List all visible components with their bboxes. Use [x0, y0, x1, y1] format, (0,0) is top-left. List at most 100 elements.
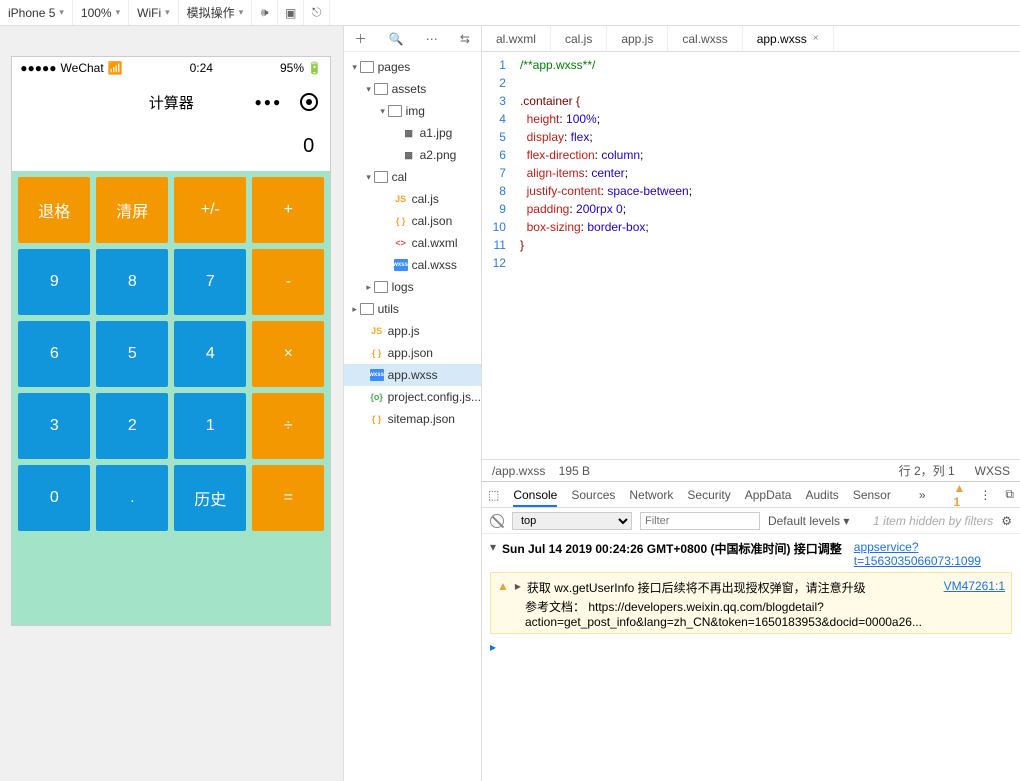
json-icon: { } — [370, 413, 384, 425]
key-退格[interactable]: 退格 — [18, 177, 90, 243]
tree-file-sitemap[interactable]: { }sitemap.json — [344, 408, 481, 430]
simulator-panel: ●●●●●WeChat📶 0:24 95% 🔋 计算器 ●●● 0 退格清屏+/… — [0, 26, 343, 781]
key-6[interactable]: 6 — [18, 321, 90, 387]
tab-al.wxml[interactable]: al.wxml — [482, 26, 551, 51]
expand-icon[interactable]: ▾ — [490, 540, 496, 568]
layout-icon[interactable]: ▣ — [278, 0, 304, 25]
tab-cal.js[interactable]: cal.js — [551, 26, 607, 51]
key-1[interactable]: 1 — [174, 393, 246, 459]
inspect-icon[interactable]: ⬚ — [488, 488, 499, 502]
gear-icon[interactable]: ⚙ — [1001, 514, 1012, 528]
devtab-security[interactable]: Security — [687, 488, 730, 502]
devtab-sensor[interactable]: Sensor — [853, 488, 891, 502]
warning-doc-link[interactable]: https://developers.weixin.qq.com/blogdet… — [525, 600, 922, 629]
time-label: 0:24 — [190, 61, 213, 75]
tree-file-appjson[interactable]: { }app.json — [344, 342, 481, 364]
log-source-link[interactable]: appservice?t=1563035066073:1099 — [854, 540, 1012, 568]
filter-input[interactable] — [640, 512, 760, 530]
key-.[interactable]: . — [96, 465, 168, 531]
code-editor[interactable]: 123456789101112 /**app.wxss**/ .containe… — [482, 52, 1020, 459]
wxss-icon: wxss — [394, 259, 408, 271]
signal-dots: ●●●●● — [20, 61, 56, 75]
key-0[interactable]: 0 — [18, 465, 90, 531]
tree-folder-utils[interactable]: ▸utils — [344, 298, 481, 320]
devtab-appdata[interactable]: AppData — [745, 488, 792, 502]
key-+[interactable]: + — [252, 177, 324, 243]
tree-file-appjs[interactable]: JSapp.js — [344, 320, 481, 342]
cursor-pos: 行 2，列 1 — [899, 464, 955, 478]
key-5[interactable]: 5 — [96, 321, 168, 387]
wxml-icon: <> — [394, 237, 408, 249]
key-=[interactable]: = — [252, 465, 324, 531]
warning-badge[interactable]: ▲ 1 — [954, 481, 966, 509]
close-tab-icon[interactable]: × — [813, 33, 819, 44]
json-icon: {o} — [370, 391, 384, 403]
vm-link[interactable]: VM47261:1 — [944, 579, 1005, 596]
calc-display: 0 — [12, 125, 330, 171]
tree-file-calwxss[interactable]: wxsscal.wxss — [344, 254, 481, 276]
key-清屏[interactable]: 清屏 — [96, 177, 168, 243]
tree-folder-cal[interactable]: ▾cal — [344, 166, 481, 188]
key-+/-[interactable]: +/- — [174, 177, 246, 243]
top-toolbar: iPhone 5▾ 100%▾ WiFi▾ 模拟操作▾ 🕪 ▣ ⎋ — [0, 0, 1020, 26]
tree-file-appwxss[interactable]: wxssapp.wxss — [344, 364, 481, 386]
code-content[interactable]: /**app.wxss**/ .container { height: 100%… — [514, 52, 1020, 459]
level-select[interactable]: Default levels ▾ — [768, 514, 849, 528]
tree-file-calwxml[interactable]: <>cal.wxml — [344, 232, 481, 254]
folder-icon — [374, 83, 388, 95]
key--[interactable]: - — [252, 249, 324, 315]
context-select[interactable]: top — [512, 512, 632, 530]
devtab-network[interactable]: Network — [629, 488, 673, 502]
target-icon[interactable] — [300, 93, 318, 111]
tree-file-project[interactable]: {o}project.config.js... — [344, 386, 481, 408]
cut-icon[interactable]: ⎋ — [304, 0, 330, 25]
menu-dots-icon[interactable]: ●●● — [255, 95, 283, 109]
tree-folder-img[interactable]: ▾img — [344, 100, 481, 122]
folder-icon — [374, 171, 388, 183]
expand-icon[interactable]: ▸ — [515, 579, 521, 596]
tab-cal.wxss[interactable]: cal.wxss — [668, 26, 742, 51]
key-3[interactable]: 3 — [18, 393, 90, 459]
mute-icon[interactable]: 🕪 — [252, 0, 278, 25]
file-path: /app.wxss — [492, 464, 545, 478]
search-icon[interactable]: 🔍 — [389, 32, 404, 46]
image-icon: ▩ — [402, 127, 416, 139]
tab-app.js[interactable]: app.js — [607, 26, 668, 51]
key-4[interactable]: 4 — [174, 321, 246, 387]
json-icon: { } — [394, 215, 408, 227]
clear-console-icon[interactable] — [490, 514, 504, 528]
device-select[interactable]: iPhone 5▾ — [0, 0, 73, 25]
tab-app.wxss[interactable]: app.wxss× — [743, 26, 834, 51]
log-timestamp: Sun Jul 14 2019 00:24:26 GMT+0800 (中国标准时… — [502, 540, 842, 568]
more-icon[interactable]: ⋯ — [426, 32, 438, 46]
network-select[interactable]: WiFi▾ — [129, 0, 179, 25]
devtab-sources[interactable]: Sources — [571, 488, 615, 502]
key-8[interactable]: 8 — [96, 249, 168, 315]
split-icon[interactable]: ⇆ — [460, 32, 470, 46]
tree-file-caljs[interactable]: JScal.js — [344, 188, 481, 210]
more-tabs-icon[interactable]: » — [919, 488, 926, 502]
tree-folder-assets[interactable]: ▾assets — [344, 78, 481, 100]
add-file-icon[interactable]: ＋ — [355, 30, 367, 47]
key-÷[interactable]: ÷ — [252, 393, 324, 459]
devtab-console[interactable]: Console — [513, 488, 557, 507]
tree-folder-pages[interactable]: ▾pages — [344, 56, 481, 78]
dock-icon[interactable]: ⧉ — [1005, 487, 1014, 502]
tree-file-caljson[interactable]: { }cal.json — [344, 210, 481, 232]
key-7[interactable]: 7 — [174, 249, 246, 315]
devtab-audits[interactable]: Audits — [805, 488, 838, 502]
key-2[interactable]: 2 — [96, 393, 168, 459]
tree-file-a2[interactable]: ▩a2.png — [344, 144, 481, 166]
zoom-select[interactable]: 100%▾ — [73, 0, 129, 25]
kebab-icon[interactable]: ⋮ — [979, 488, 991, 502]
simulate-select[interactable]: 模拟操作▾ — [179, 0, 253, 25]
key-9[interactable]: 9 — [18, 249, 90, 315]
explorer-toolbar: ＋ 🔍 ⋯ ⇆ — [344, 26, 481, 52]
key-×[interactable]: × — [252, 321, 324, 387]
console-prompt[interactable]: ▸ — [490, 636, 1012, 654]
console-body[interactable]: ▾ Sun Jul 14 2019 00:24:26 GMT+0800 (中国标… — [482, 534, 1020, 781]
key-历史[interactable]: 历史 — [174, 465, 246, 531]
folder-icon — [388, 105, 402, 117]
tree-folder-logs[interactable]: ▸logs — [344, 276, 481, 298]
tree-file-a1[interactable]: ▩a1.jpg — [344, 122, 481, 144]
